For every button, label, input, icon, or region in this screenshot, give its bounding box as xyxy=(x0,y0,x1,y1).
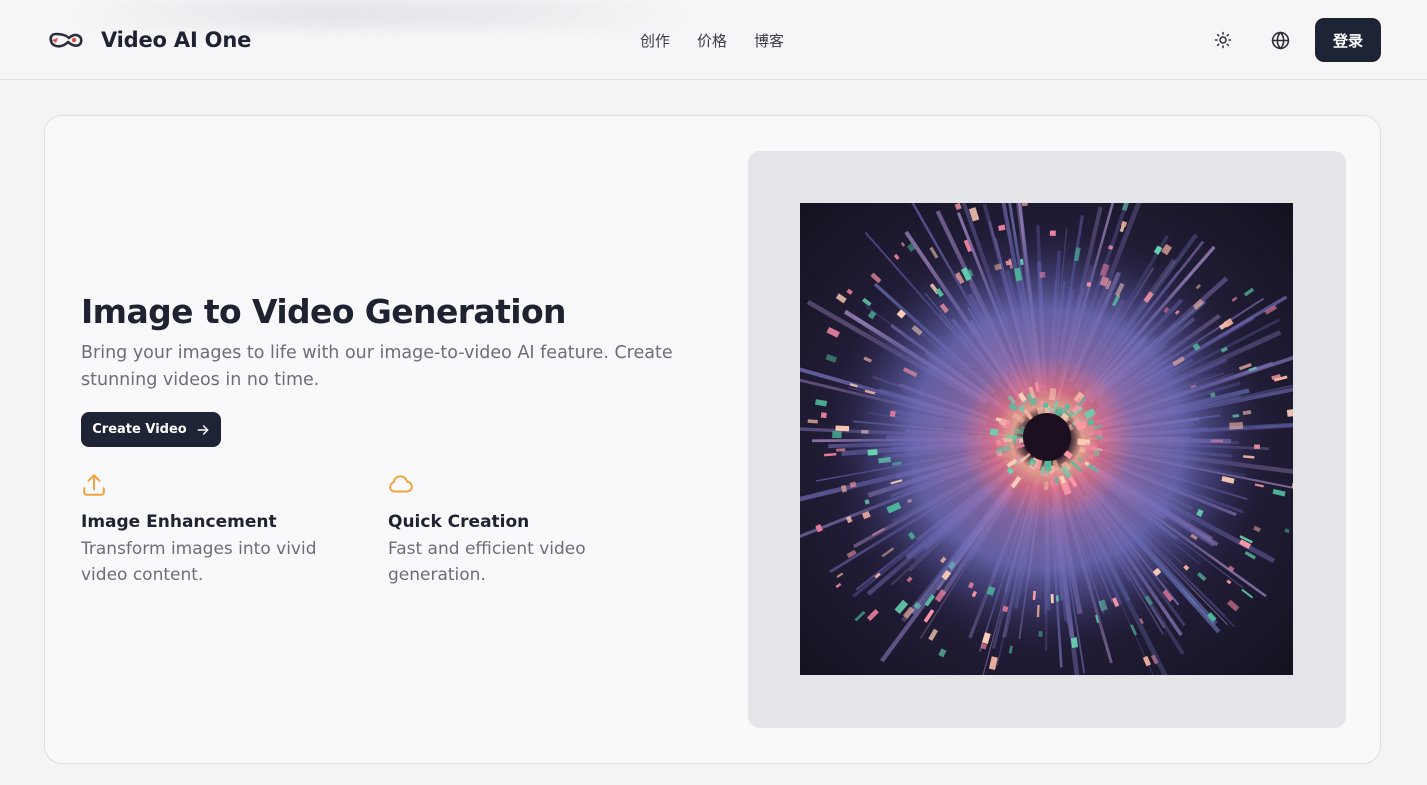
artwork-spark xyxy=(1021,203,1028,207)
feature-description: Transform images into vivid video conten… xyxy=(81,539,317,585)
artwork-spark xyxy=(1211,439,1223,443)
main-nav: 创作 价格 博客 xyxy=(640,30,811,51)
language-switch-button[interactable] xyxy=(1266,26,1294,54)
create-video-button[interactable]: Create Video xyxy=(81,412,221,447)
artwork-spark xyxy=(820,412,827,419)
artwork-spark xyxy=(1005,434,1018,440)
abstract-burst-artwork xyxy=(800,203,1293,675)
nav-link-create[interactable]: 创作 xyxy=(640,30,670,51)
feature-image-enhancement: Image Enhancement Transform images into … xyxy=(81,472,361,588)
artwork-spark xyxy=(1044,460,1052,471)
artwork-spark xyxy=(1055,595,1060,602)
artwork-spark xyxy=(1039,272,1046,278)
hero-card: Image to Video Generation Bring your ima… xyxy=(44,115,1381,764)
artwork-spark xyxy=(1044,481,1049,491)
sun-icon xyxy=(1214,31,1232,49)
upload-icon xyxy=(83,474,105,496)
media-panel xyxy=(748,151,1346,728)
artwork-spark xyxy=(889,410,896,418)
artwork-spark xyxy=(1096,430,1103,437)
artwork-spark xyxy=(1043,402,1049,408)
globe-icon xyxy=(1271,30,1289,50)
login-button[interactable]: 登录 xyxy=(1315,18,1381,62)
artwork-spark xyxy=(832,431,842,439)
cloud-icon xyxy=(389,475,413,493)
artwork-spark xyxy=(836,448,846,452)
artwork-spark xyxy=(807,419,818,424)
artwork-spark xyxy=(1038,631,1043,637)
artwork-spark xyxy=(861,429,869,434)
brand-link[interactable]: Video AI One xyxy=(48,24,251,56)
top-navbar: Video AI One 创作 价格 博客 登录 xyxy=(0,0,1427,80)
theme-toggle-button[interactable] xyxy=(1209,26,1237,54)
artwork-spark xyxy=(1049,230,1056,236)
feature-title: Quick Creation xyxy=(388,512,530,532)
hero-subtitle: Bring your images to life with our image… xyxy=(81,343,673,390)
artwork-spark xyxy=(835,425,850,432)
feature-description: Fast and efficient video generation. xyxy=(388,539,586,585)
create-video-label: Create Video xyxy=(92,422,187,437)
feature-quick-creation: Quick Creation Fast and efficient video … xyxy=(388,472,668,588)
artwork-spark xyxy=(989,428,999,436)
video-ai-logo-icon xyxy=(49,32,83,48)
generated-video-preview[interactable] xyxy=(800,203,1293,675)
artwork-spark xyxy=(1050,594,1054,604)
brand-name: Video AI One xyxy=(101,28,252,52)
artwork-spark xyxy=(1286,408,1293,417)
artwork-spark xyxy=(1229,421,1244,430)
nav-link-blog[interactable]: 博客 xyxy=(754,30,784,51)
nav-link-pricing[interactable]: 价格 xyxy=(697,30,727,51)
artwork-spark xyxy=(867,449,878,456)
feature-title: Image Enhancement xyxy=(81,512,277,532)
artwork-spark xyxy=(1254,444,1260,449)
arrow-right-icon xyxy=(197,424,209,435)
artwork-spark xyxy=(996,440,1001,446)
hero-title: Image to Video Generation xyxy=(81,292,567,331)
